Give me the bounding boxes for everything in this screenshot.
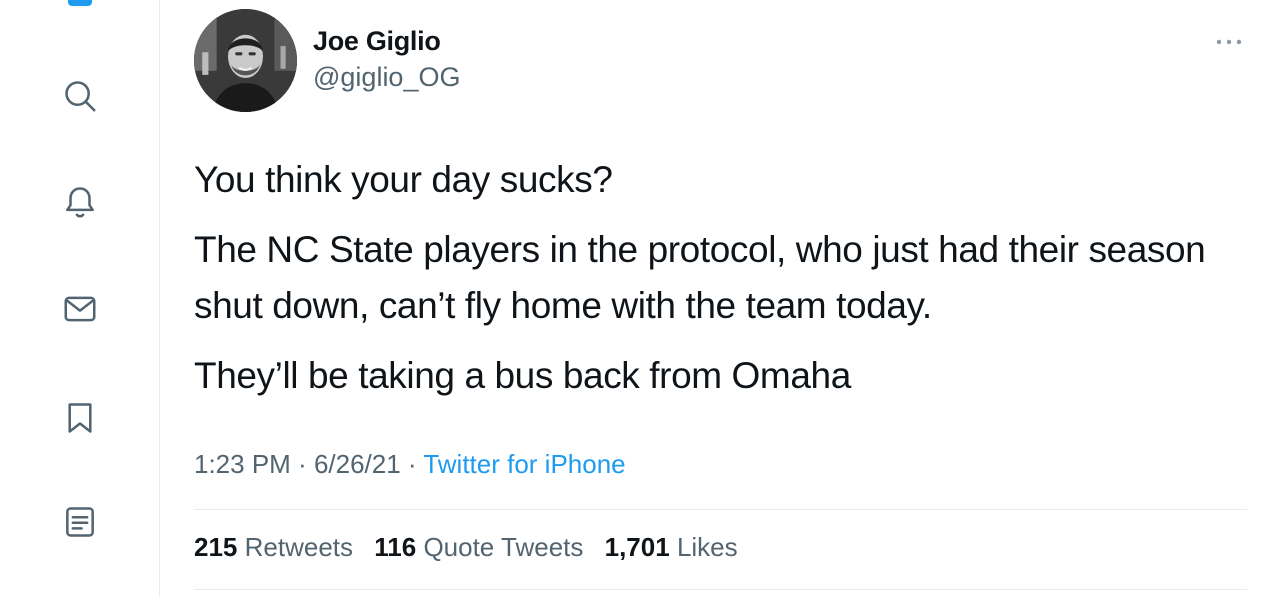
more-options-icon[interactable] <box>1212 33 1246 51</box>
divider <box>194 509 1247 510</box>
meta-separator: · <box>290 449 314 479</box>
mail-icon[interactable] <box>60 289 100 329</box>
retweets-stat[interactable]: 215 Retweets <box>194 532 353 562</box>
author-handle[interactable]: @giglio_OG <box>313 62 460 93</box>
meta-separator: · <box>400 449 424 479</box>
tweet-text: You think your day sucks? The NC State p… <box>194 152 1264 418</box>
likes-stat[interactable]: 1,701 Likes <box>605 532 738 562</box>
avatar[interactable] <box>194 9 297 112</box>
retweets-count: 215 <box>194 532 238 562</box>
quote-tweets-count: 116 <box>374 532 417 562</box>
tweet-paragraph: You think your day sucks? <box>194 159 613 200</box>
author-display-name[interactable]: Joe Giglio <box>313 26 441 57</box>
tweet-paragraph: They’ll be taking a bus back from Omaha <box>194 355 851 396</box>
tweet-time[interactable]: 1:23 PM <box>194 449 291 479</box>
divider <box>194 589 1247 590</box>
tweet-stats: 215 Retweets 116 Quote Tweets 1,701 Like… <box>194 532 752 563</box>
tweet-source-link[interactable]: Twitter for iPhone <box>423 449 625 479</box>
home-icon[interactable] <box>68 0 92 6</box>
list-icon[interactable] <box>60 502 100 542</box>
tweet-detail: Joe Giglio @giglio_OG You think your day… <box>161 0 1280 596</box>
search-icon[interactable] <box>60 76 100 116</box>
likes-count: 1,701 <box>604 532 670 562</box>
bell-icon[interactable] <box>60 182 100 222</box>
tweet-date[interactable]: 6/26/21 <box>314 449 401 479</box>
quote-tweets-label: Quote Tweets <box>423 532 584 562</box>
tweet-paragraph: The NC State players in the protocol, wh… <box>194 229 1206 326</box>
tweet-meta: 1:23 PM · 6/26/21 · Twitter for iPhone <box>194 449 626 480</box>
sidebar-nav <box>0 0 160 596</box>
bookmark-icon[interactable] <box>60 398 100 438</box>
quote-tweets-stat[interactable]: 116 Quote Tweets <box>374 532 583 562</box>
retweets-label: Retweets <box>244 532 354 562</box>
likes-label: Likes <box>676 532 738 562</box>
